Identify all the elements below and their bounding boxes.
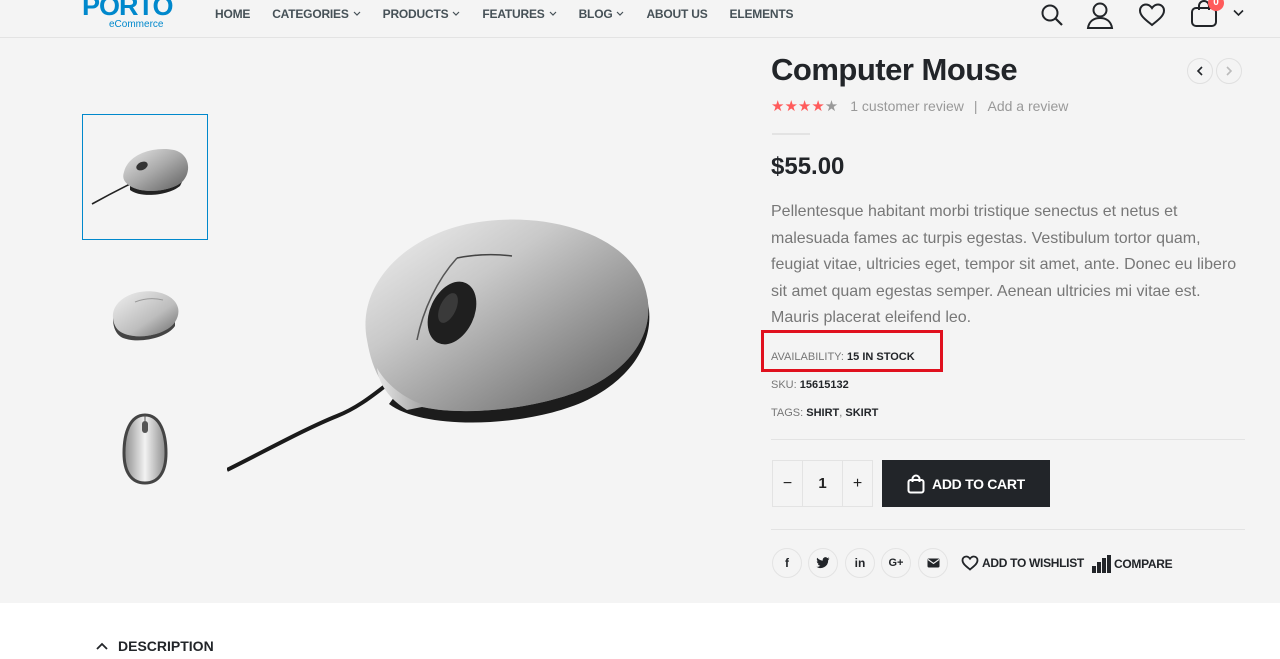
thumbnail-3[interactable] [82,386,208,512]
previous-product-button[interactable] [1187,58,1213,84]
sku: SKU: 15615132 [771,379,849,391]
nav-label: ABOUT US [646,7,708,21]
chevron-up-icon [96,642,108,650]
chevron-right-icon [1226,66,1233,76]
quantity-increase-button[interactable]: + [842,461,872,506]
add-to-cart-button[interactable]: ADD TO CART [882,460,1050,507]
chevron-down-icon [353,11,361,16]
compare-label: COMPARE [1114,557,1173,571]
nav-label: FEATURES [482,7,545,21]
next-product-button[interactable] [1216,58,1242,84]
divider [772,133,810,135]
divider [771,529,1245,530]
nav-label: CATEGORIES [272,7,349,21]
sku-label: SKU: [771,379,797,391]
chevron-down-icon [549,11,557,16]
linkedin-icon: in [854,556,866,570]
share-twitter-button[interactable] [808,548,838,578]
share-facebook-button[interactable]: f [772,548,802,578]
share-google-plus-button[interactable]: G+ [881,548,911,578]
product-rating: ★★★★★ 1 customer review | Add a review [771,97,1068,115]
add-to-wishlist-button[interactable]: ADD TO WISHLIST [961,555,1084,571]
user-icon[interactable] [1086,1,1114,29]
thumbnail-2[interactable] [82,250,208,376]
tag-link[interactable]: SHIRT [806,407,839,419]
chevron-down-icon[interactable] [1233,9,1244,17]
nav-item-products[interactable]: PRODUCTS [383,7,461,21]
tab-description[interactable]: DESCRIPTION [96,638,214,654]
mouse-thumbnail-image [91,148,189,205]
bar-chart-icon [1092,555,1111,573]
add-to-wishlist-label: ADD TO WISHLIST [982,556,1084,570]
logo-brand: PORTO [82,0,174,21]
shopping-bag-icon [907,474,925,493]
separator: | [973,98,978,114]
product-title: Computer Mouse [771,52,1018,87]
product-nav [1187,58,1242,84]
mouse-thumbnail-image [122,413,168,485]
nav-item-home[interactable]: HOME [215,7,250,21]
nav-label: BLOG [578,7,613,21]
heart-icon[interactable] [1138,3,1166,27]
nav-item-about-us[interactable]: ABOUT US [646,7,707,21]
heart-icon [961,555,979,571]
cart-count-badge: 0 [1208,0,1224,11]
add-review-link[interactable]: Add a review [987,98,1068,114]
quantity-input[interactable] [803,461,842,506]
tag-link[interactable]: SKIRT [845,407,878,419]
star-rating: ★★★★★ [771,98,839,115]
share-email-button[interactable] [918,548,948,578]
quantity-stepper: − + [772,460,873,507]
divider [771,439,1245,440]
tab-description-label: DESCRIPTION [118,638,214,654]
email-icon [927,558,939,568]
share-linkedin-button[interactable]: in [845,548,875,578]
product-main-image[interactable] [227,200,657,490]
thumbnail-1[interactable] [82,114,208,240]
logo[interactable]: PORTO eCommerce [82,0,174,35]
highlight-box [761,330,943,372]
logo-tagline: eCommerce [109,19,164,30]
customer-review-link[interactable]: 1 customer review [850,98,964,114]
sku-value: 15615132 [799,379,849,391]
main-nav: HOME CATEGORIES PRODUCTS FEATURES BLOG A… [215,0,815,28]
product-description: Pellentesque habitant morbi tristique se… [771,203,1237,326]
chevron-down-icon [452,11,460,16]
tags-label: TAGS: [771,407,804,419]
chevron-down-icon [617,11,624,16]
add-to-cart-label: ADD TO CART [932,475,1025,492]
product-price: $55.00 [771,153,845,180]
site-header: PORTO eCommerce HOME CATEGORIES PRODUCTS… [0,0,1280,38]
tags: TAGS: SHIRT, SKIRT [771,407,879,419]
nav-label: HOME [215,7,251,21]
compare-button[interactable]: COMPARE [1092,555,1173,573]
chevron-left-icon [1196,66,1203,76]
nav-label: ELEMENTS [729,7,794,21]
nav-label: PRODUCTS [382,7,449,21]
mouse-thumbnail-image [112,291,179,341]
search-icon[interactable] [1040,3,1064,27]
quantity-decrease-button[interactable]: − [773,461,803,506]
twitter-icon [816,557,830,569]
facebook-icon: f [785,556,789,570]
nav-item-categories[interactable]: CATEGORIES [272,7,361,21]
nav-item-blog[interactable]: BLOG [579,7,625,21]
nav-item-elements[interactable]: ELEMENTS [730,7,794,21]
google-plus-icon: G+ [888,557,904,569]
nav-item-features[interactable]: FEATURES [482,7,557,21]
